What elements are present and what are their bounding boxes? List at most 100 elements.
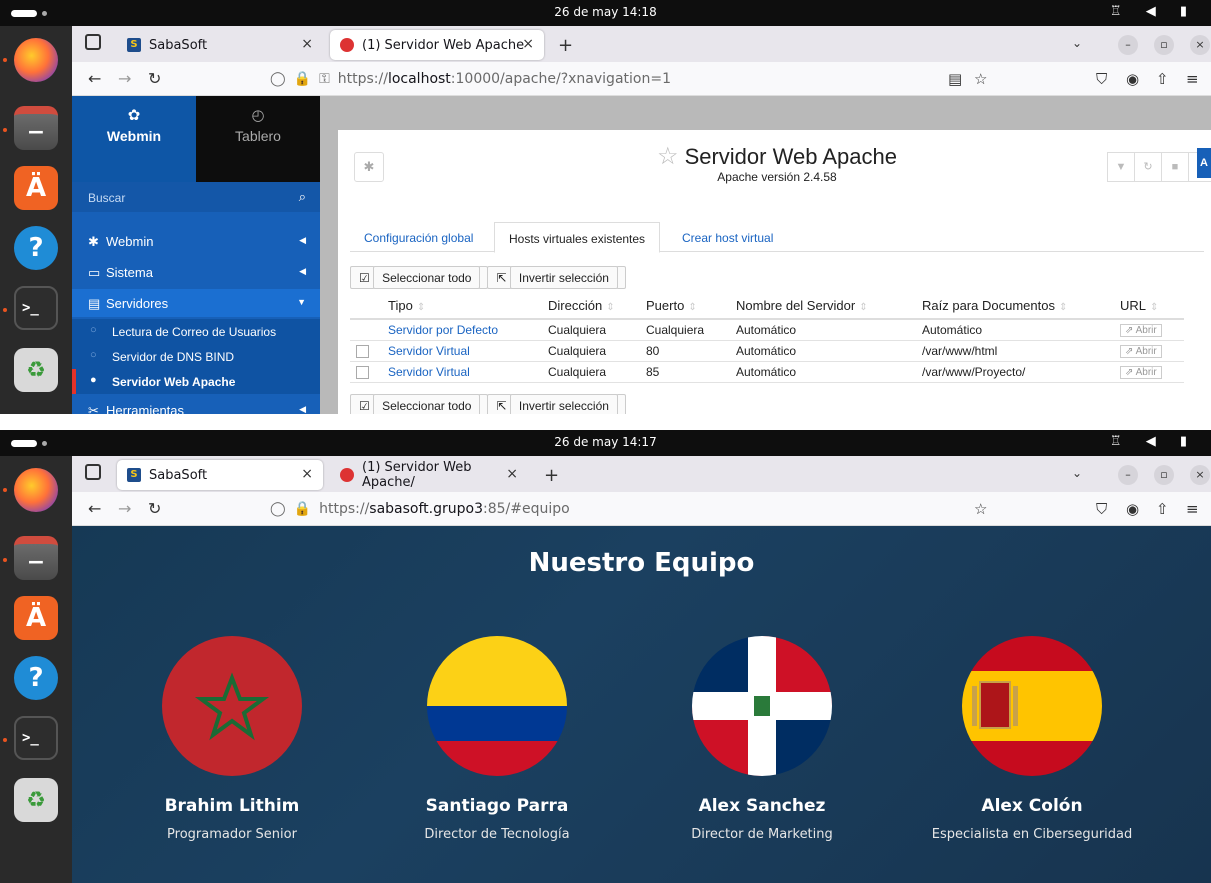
close-tab-icon[interactable]: × <box>506 466 518 482</box>
extensions-icon[interactable]: ⇧ <box>1156 500 1169 518</box>
sidebar-search[interactable]: Buscar ⌕ <box>72 182 320 212</box>
pocket-icon[interactable]: ⛉ <box>1096 500 1107 518</box>
open-url-button[interactable]: ⇗ Abrir <box>1120 345 1162 358</box>
tab-list-icon[interactable] <box>85 34 101 50</box>
list-all-tabs-icon[interactable]: ⌄ <box>1072 36 1082 50</box>
close-tab-icon[interactable]: × <box>301 466 313 482</box>
row-checkbox[interactable] <box>356 344 369 358</box>
tab-apache[interactable]: (1) Servidor Web Apache/ × <box>330 460 528 490</box>
files-icon[interactable]: − <box>14 536 58 580</box>
row-checkbox[interactable] <box>356 365 369 379</box>
tab-list-icon[interactable] <box>85 464 101 480</box>
extensions-icon[interactable]: ⇧ <box>1156 70 1169 88</box>
close-tab-icon[interactable]: × <box>301 36 313 52</box>
open-url-button[interactable]: ⇗ Abrir <box>1120 366 1162 379</box>
search-icon[interactable]: ⌕ <box>299 189 306 205</box>
menu-icon[interactable]: ≡ <box>1186 500 1199 518</box>
forward-icon[interactable]: → <box>118 69 131 88</box>
tab-webmin[interactable]: ✿ Webmin <box>72 96 196 182</box>
clock[interactable]: 26 de may 14:18 <box>0 5 1211 19</box>
header-raiz[interactable]: Raíz para Documentos ⇕ <box>922 292 1120 320</box>
url-bar[interactable]: ◯ 🔒 https://sabasoft.grupo3:85/#equipo <box>270 496 570 522</box>
url-bar[interactable]: ◯ 🔒 ⚿ https://localhost:10000/apache/?xn… <box>270 66 671 92</box>
tab-sabasoft[interactable]: S SabaSoft × <box>117 30 323 60</box>
help-icon[interactable]: ? <box>14 656 58 700</box>
sidebar-item-servidores[interactable]: ▤ Servidores ▼ <box>72 289 320 317</box>
invert-selection-button[interactable]: ⇱ Invertir selección <box>487 266 626 289</box>
cell-tipo-link[interactable]: Servidor por Defecto <box>388 319 548 341</box>
favorite-star-icon[interactable]: ☆ <box>657 143 679 170</box>
terminal-icon[interactable]: >_ <box>14 716 58 760</box>
sidebar-subitem-correo[interactable]: ○ Lectura de Correo de Usuarios <box>72 319 320 344</box>
help-icon[interactable]: ? <box>14 226 58 270</box>
back-icon[interactable]: ← <box>88 69 101 88</box>
minimize-button[interactable]: – <box>1118 35 1138 55</box>
maximize-button[interactable]: ▫ <box>1154 35 1174 55</box>
firefox-icon[interactable] <box>14 38 58 82</box>
tab-apache[interactable]: (1) Servidor Web Apache × <box>330 30 544 60</box>
tab-hosts-virtuales[interactable]: Hosts virtuales existentes <box>494 222 661 253</box>
menu-icon[interactable]: ≡ <box>1186 70 1199 88</box>
tab-tablero[interactable]: ◴ Tablero <box>196 96 320 182</box>
sidebar-item-webmin[interactable]: ✱ Webmin ◀ <box>72 227 320 255</box>
refresh-icon[interactable]: ↻ <box>1134 152 1162 182</box>
reload-icon[interactable]: ↻ <box>148 69 161 88</box>
trash-icon[interactable]: ♻ <box>14 778 58 822</box>
clock[interactable]: 26 de may 14:17 <box>0 435 1211 449</box>
header-direccion[interactable]: Dirección ⇕ <box>548 292 646 320</box>
invert-selection-button[interactable]: ⇱ Invertir selección <box>487 394 626 414</box>
header-tipo[interactable]: Tipo ⇕ <box>388 292 548 320</box>
shield-icon[interactable]: ◯ <box>270 71 286 87</box>
reload-icon[interactable]: ↻ <box>148 499 161 518</box>
pocket-icon[interactable]: ⛉ <box>1096 70 1107 88</box>
member-name: Brahim Lithim <box>164 796 300 816</box>
filter-icon[interactable]: ▼ <box>1107 152 1135 182</box>
account-icon[interactable]: ◉ <box>1126 70 1139 88</box>
account-icon[interactable]: ◉ <box>1126 500 1139 518</box>
side-panel-toggle[interactable]: A <box>1197 148 1211 178</box>
new-tab-button[interactable]: + <box>558 35 573 56</box>
select-all-button[interactable]: ☑ Seleccionar todo <box>350 394 489 414</box>
reader-view-icon[interactable]: ▤ <box>948 70 962 88</box>
stop-icon[interactable]: ■ <box>1161 152 1189 182</box>
minimize-button[interactable]: – <box>1118 465 1138 485</box>
header-nombre[interactable]: Nombre del Servidor ⇕ <box>736 292 922 320</box>
tab-configuracion-global[interactable]: Configuración global <box>350 222 487 253</box>
close-window-button[interactable]: × <box>1190 465 1210 485</box>
new-tab-button[interactable]: + <box>544 465 559 486</box>
trash-icon[interactable]: ♻ <box>14 348 58 392</box>
sidebar-item-sistema[interactable]: ▭ Sistema ◀ <box>72 258 320 286</box>
shield-icon[interactable]: ◯ <box>270 501 286 517</box>
system-status-icons[interactable]: ♖ ◀ ▮ <box>1110 434 1197 449</box>
back-icon[interactable]: ← <box>88 499 101 518</box>
terminal-icon[interactable]: >_ <box>14 286 58 330</box>
permissions-icon[interactable]: ⚿ <box>319 71 330 87</box>
select-all-button[interactable]: ☑ Seleccionar todo <box>350 266 489 289</box>
files-icon[interactable]: − <box>14 106 58 150</box>
maximize-button[interactable]: ▫ <box>1154 465 1174 485</box>
close-window-button[interactable]: × <box>1190 35 1210 55</box>
sidebar-item-herramientas[interactable]: ✂ Herramientas ◀ <box>72 396 320 414</box>
header-url[interactable]: URL ⇕ <box>1120 292 1184 320</box>
app-center-icon[interactable]: Ä <box>14 596 58 640</box>
module-panel: ✱ ☆ Servidor Web Apache Apache versión 2.… <box>338 130 1211 414</box>
tab-crear-host[interactable]: Crear host virtual <box>668 222 787 253</box>
dock-running-indicator <box>3 488 7 492</box>
forward-icon[interactable]: → <box>118 499 131 518</box>
sidebar-subitem-dns[interactable]: ○ Servidor de DNS BIND <box>72 344 320 369</box>
open-url-button[interactable]: ⇗ Abrir <box>1120 324 1162 338</box>
header-puerto[interactable]: Puerto ⇕ <box>646 292 736 320</box>
bookmark-star-icon[interactable]: ☆ <box>974 70 987 88</box>
cell-tipo-link[interactable]: Servidor Virtual <box>388 340 548 362</box>
cell-tipo-link[interactable]: Servidor Virtual <box>388 361 548 383</box>
bookmark-star-icon[interactable]: ☆ <box>974 500 987 518</box>
firefox-icon[interactable] <box>14 468 58 512</box>
lock-icon[interactable]: 🔒 <box>294 501 311 517</box>
tab-sabasoft[interactable]: S SabaSoft × <box>117 460 323 490</box>
system-status-icons[interactable]: ♖ ◀ ▮ <box>1110 4 1197 19</box>
sidebar-subitem-apache[interactable]: ● Servidor Web Apache <box>72 369 320 394</box>
list-all-tabs-icon[interactable]: ⌄ <box>1072 466 1082 480</box>
lock-icon[interactable]: 🔒 <box>294 71 311 87</box>
close-tab-icon[interactable]: × <box>522 36 534 52</box>
app-center-icon[interactable]: Ä <box>14 166 58 210</box>
